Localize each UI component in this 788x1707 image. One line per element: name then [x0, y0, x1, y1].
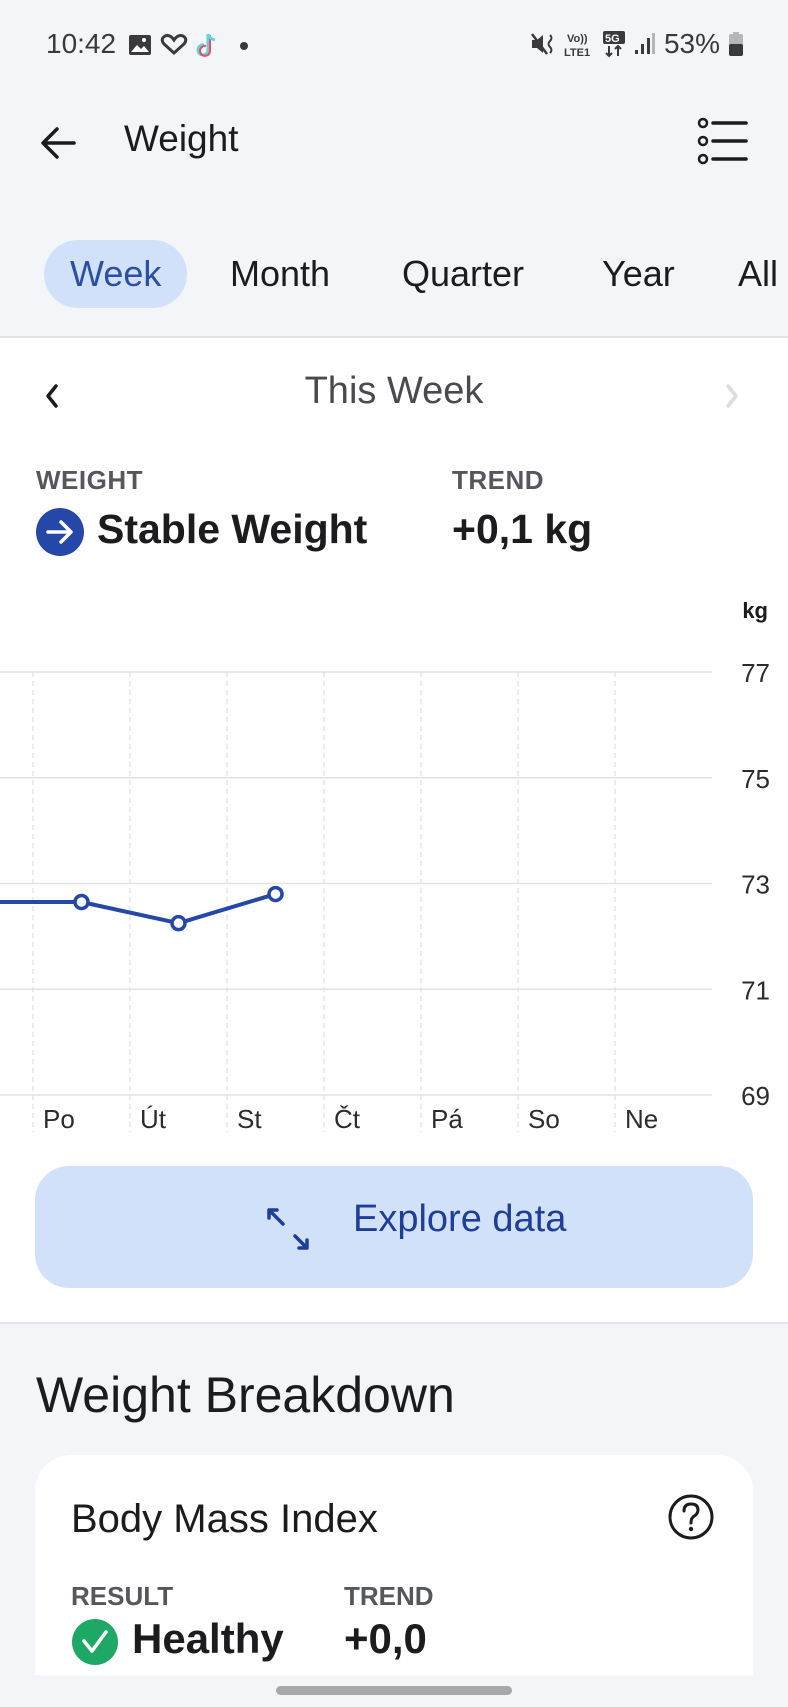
mute-vibrate-icon — [530, 33, 553, 55]
x-tick-label: Po — [43, 1104, 75, 1134]
x-tick-label: St — [237, 1104, 262, 1134]
expand-diagonal-icon — [265, 1206, 313, 1254]
trend-label: TREND — [452, 465, 545, 495]
x-tick-label: Út — [140, 1104, 167, 1134]
x-tick-label: Čt — [334, 1104, 361, 1134]
tab-all[interactable]: All — [738, 240, 778, 308]
status-bar: 10:42 Vo)) LTE1 5G 53% — [0, 0, 788, 90]
y-tick-label: 69 — [741, 1081, 770, 1111]
y-tick-label: 77 — [741, 658, 770, 688]
data-point — [170, 914, 187, 932]
trend-value: +0,1 kg — [452, 506, 593, 552]
bmi-card[interactable]: Body Mass Index RESULT Healthy TREND +0,… — [35, 1455, 753, 1675]
tab-month[interactable]: Month — [230, 240, 330, 308]
weight-breakdown-title: Weight Breakdown — [36, 1367, 455, 1423]
status-right-icons: Vo)) LTE1 5G 53% — [530, 28, 744, 60]
list-menu-icon — [697, 117, 748, 165]
status-time: 10:42 — [46, 28, 117, 59]
x-tick-label: So — [528, 1104, 560, 1134]
status-left-icons — [128, 32, 254, 58]
y-tick-label: 73 — [741, 870, 770, 900]
bmi-title: Body Mass Index — [71, 1497, 378, 1541]
health-heart-icon — [160, 34, 188, 56]
bmi-result-value: Healthy — [132, 1615, 284, 1662]
back-button[interactable] — [38, 122, 80, 164]
5g-data-icon: 5G — [602, 31, 625, 58]
tab-week[interactable]: Week — [44, 240, 188, 308]
tab-quarter[interactable]: Quarter — [402, 240, 524, 308]
x-tick-label: Ne — [625, 1104, 658, 1134]
volte-lte1-icon: Vo)) LTE1 — [564, 33, 590, 58]
next-period-button[interactable] — [712, 374, 752, 418]
list-menu-button[interactable] — [696, 116, 750, 166]
weight-status-value: Stable Weight — [97, 506, 368, 552]
y-tick-label: 71 — [741, 975, 770, 1005]
bmi-trend-value: +0,0 — [344, 1615, 427, 1662]
battery-icon — [729, 32, 743, 56]
bmi-result-label: RESULT — [71, 1581, 174, 1611]
explore-data-label: Explore data — [353, 1198, 567, 1240]
arrow-right-circle-icon — [36, 508, 84, 556]
home-indicator[interactable] — [276, 1686, 512, 1695]
question-circle-icon — [668, 1494, 714, 1540]
y-tick-label: 75 — [741, 764, 770, 794]
x-tick-label: Pá — [431, 1104, 463, 1134]
bmi-trend-label: TREND — [344, 1581, 434, 1611]
signal-strength-icon — [634, 33, 655, 54]
gallery-icon — [129, 35, 151, 55]
period-title: This Week — [304, 370, 484, 412]
page-title: Weight — [124, 118, 239, 159]
explore-data-button[interactable]: Explore data — [35, 1166, 753, 1288]
data-point — [73, 893, 90, 911]
svg-text:LTE1: LTE1 — [564, 47, 590, 58]
svg-text:5G: 5G — [605, 33, 620, 45]
tab-year[interactable]: Year — [602, 240, 675, 308]
series-line — [0, 892, 277, 926]
svg-text:Vo)): Vo)) — [567, 33, 588, 45]
app-header: Weight — [0, 100, 788, 184]
y-axis-unit-label: kg — [742, 598, 768, 623]
weight-label: WEIGHT — [36, 465, 143, 495]
check-circle-icon — [72, 1619, 118, 1665]
period-tabs: Week Month Quarter Year All — [0, 238, 788, 310]
bmi-help-button[interactable] — [667, 1493, 715, 1541]
tiktok-icon — [196, 33, 216, 57]
data-point — [267, 885, 284, 903]
notification-dot-icon — [240, 42, 248, 50]
chevron-right-icon — [726, 384, 738, 408]
weight-line-chart: kg 77 75 73 71 69 Po Út St Čt Pá So Ne — [0, 598, 770, 1134]
period-navigator: This Week — [0, 366, 788, 426]
arrow-left-icon — [41, 127, 76, 159]
battery-percent: 53% — [663, 28, 720, 59]
